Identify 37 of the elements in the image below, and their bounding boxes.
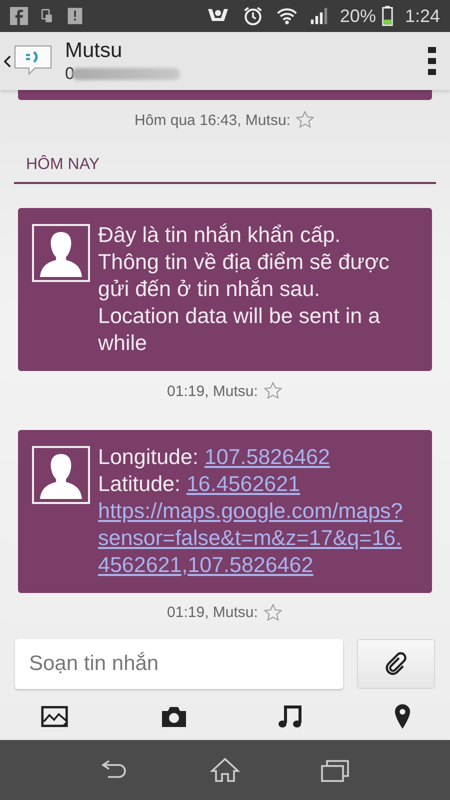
contact-name: Mutsu (65, 38, 124, 64)
message-link[interactable]: https://maps.google.com/maps?sensor=false&t=m&z=17&q=16.4562621,107.5826462 (98, 498, 406, 579)
menu-button[interactable] (428, 47, 436, 75)
message-input[interactable]: Soạn tin nhắn (15, 639, 343, 689)
sd-card-icon (66, 7, 84, 25)
location-pin-icon[interactable] (394, 703, 411, 730)
section-header: HÔM NAY (14, 156, 436, 184)
paperclip-icon (384, 652, 408, 676)
message-time: 01:19, Mutsu: (167, 382, 258, 400)
message-text: Đây là tin nhắn khẩn cấp. Thông tin về địa điểm sẽ được gửi đến ở tin nhắn sau. Location data will be sent in a while (98, 222, 390, 358)
message-link[interactable]: 16.4562621 (186, 472, 300, 496)
message-link[interactable]: 107.5826462 (204, 444, 330, 469)
phone-icon (40, 7, 54, 25)
home-icon[interactable] (210, 757, 240, 783)
message-time: Hôm qua 16:43, Mutsu: (134, 112, 290, 129)
attach-button[interactable] (357, 639, 435, 689)
battery-percent: 20% (340, 6, 376, 26)
message-text: Longitude: 107.5826462 Latitude: 16.4562621 https://maps.google.com/maps?sensor=false&t=m&z=17&q=16.4562621,107.5826462 (98, 444, 416, 579)
phone-number: 0 (65, 64, 74, 84)
camera-icon[interactable] (160, 706, 187, 728)
back-caret-icon (4, 54, 11, 68)
star-icon[interactable] (262, 602, 283, 623)
image-icon[interactable] (41, 704, 69, 728)
wifi-icon (276, 6, 298, 26)
back-button[interactable] (4, 44, 53, 78)
clock-time: 1:24 (404, 6, 440, 26)
alarm-icon (242, 5, 264, 27)
battery-icon (382, 5, 393, 27)
message-time: 01:19, Mutsu: (167, 604, 258, 622)
signal-icon (310, 7, 328, 25)
overflow-menu-icon (428, 47, 436, 75)
music-note-icon[interactable] (278, 704, 302, 730)
star-icon[interactable] (262, 381, 283, 402)
chat-bubble-icon (13, 44, 53, 78)
facebook-icon (10, 7, 28, 25)
recent-apps-icon[interactable] (320, 757, 350, 783)
star-icon[interactable] (295, 110, 316, 130)
